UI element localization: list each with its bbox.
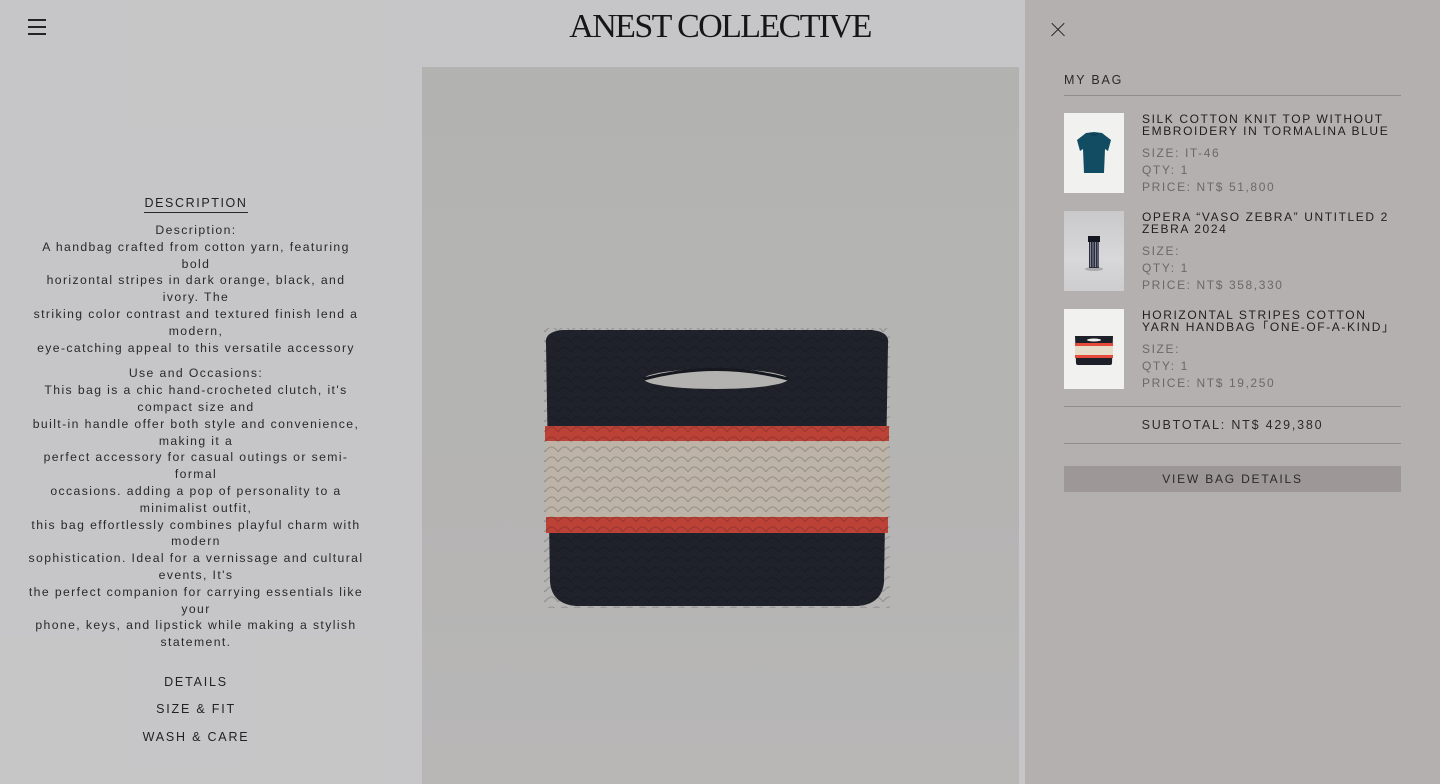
cart-item[interactable]: SILK COTTON KNIT TOP WITHOUT EMBROIDERY … <box>1064 113 1401 211</box>
cart-item[interactable]: HORIZONTAL STRIPES COTTON YARN HANDBAG「O… <box>1064 309 1401 407</box>
item-qty: QTY: 1 <box>1142 359 1189 373</box>
cart-items: SILK COTTON KNIT TOP WITHOUT EMBROIDERY … <box>1064 113 1401 407</box>
view-bag-details-button[interactable]: VIEW BAG DETAILS <box>1064 466 1401 492</box>
divider <box>1064 95 1401 96</box>
cart-title: MY BAG <box>1064 73 1124 87</box>
item-name[interactable]: SILK COTTON KNIT TOP WITHOUT EMBROIDERY … <box>1142 113 1401 137</box>
item-info: OPERA “VASO ZEBRA” UNTITLED 2 ZEBRA 2024… <box>1142 211 1401 309</box>
cart-item[interactable]: OPERA “VASO ZEBRA” UNTITLED 2 ZEBRA 2024… <box>1064 211 1401 309</box>
item-size: SIZE: IT-46 <box>1142 146 1221 160</box>
cart-drawer: MY BAG SILK COTTON KNIT TOP WITHOUT EMBR… <box>1025 0 1440 784</box>
item-thumbnail[interactable] <box>1064 211 1124 291</box>
item-thumbnail[interactable] <box>1064 309 1124 389</box>
item-size: SIZE: <box>1142 244 1181 258</box>
item-name[interactable]: HORIZONTAL STRIPES COTTON YARN HANDBAG「O… <box>1142 309 1401 333</box>
item-qty: QTY: 1 <box>1142 163 1189 177</box>
item-info: SILK COTTON KNIT TOP WITHOUT EMBROIDERY … <box>1142 113 1401 211</box>
item-info: HORIZONTAL STRIPES COTTON YARN HANDBAG「O… <box>1142 309 1401 407</box>
item-qty: QTY: 1 <box>1142 261 1189 275</box>
item-price: PRICE: NT$ 19,250 <box>1142 376 1276 390</box>
item-size: SIZE: <box>1142 342 1181 356</box>
cart-subtotal: SUBTOTAL: NT$ 429,380 <box>1141 418 1324 432</box>
divider <box>1064 443 1401 444</box>
item-name[interactable]: OPERA “VASO ZEBRA” UNTITLED 2 ZEBRA 2024 <box>1142 211 1401 235</box>
item-price: PRICE: NT$ 358,330 <box>1142 278 1284 292</box>
item-thumbnail[interactable] <box>1064 113 1124 193</box>
item-price: PRICE: NT$ 51,800 <box>1142 180 1276 194</box>
close-icon[interactable] <box>1049 21 1067 39</box>
